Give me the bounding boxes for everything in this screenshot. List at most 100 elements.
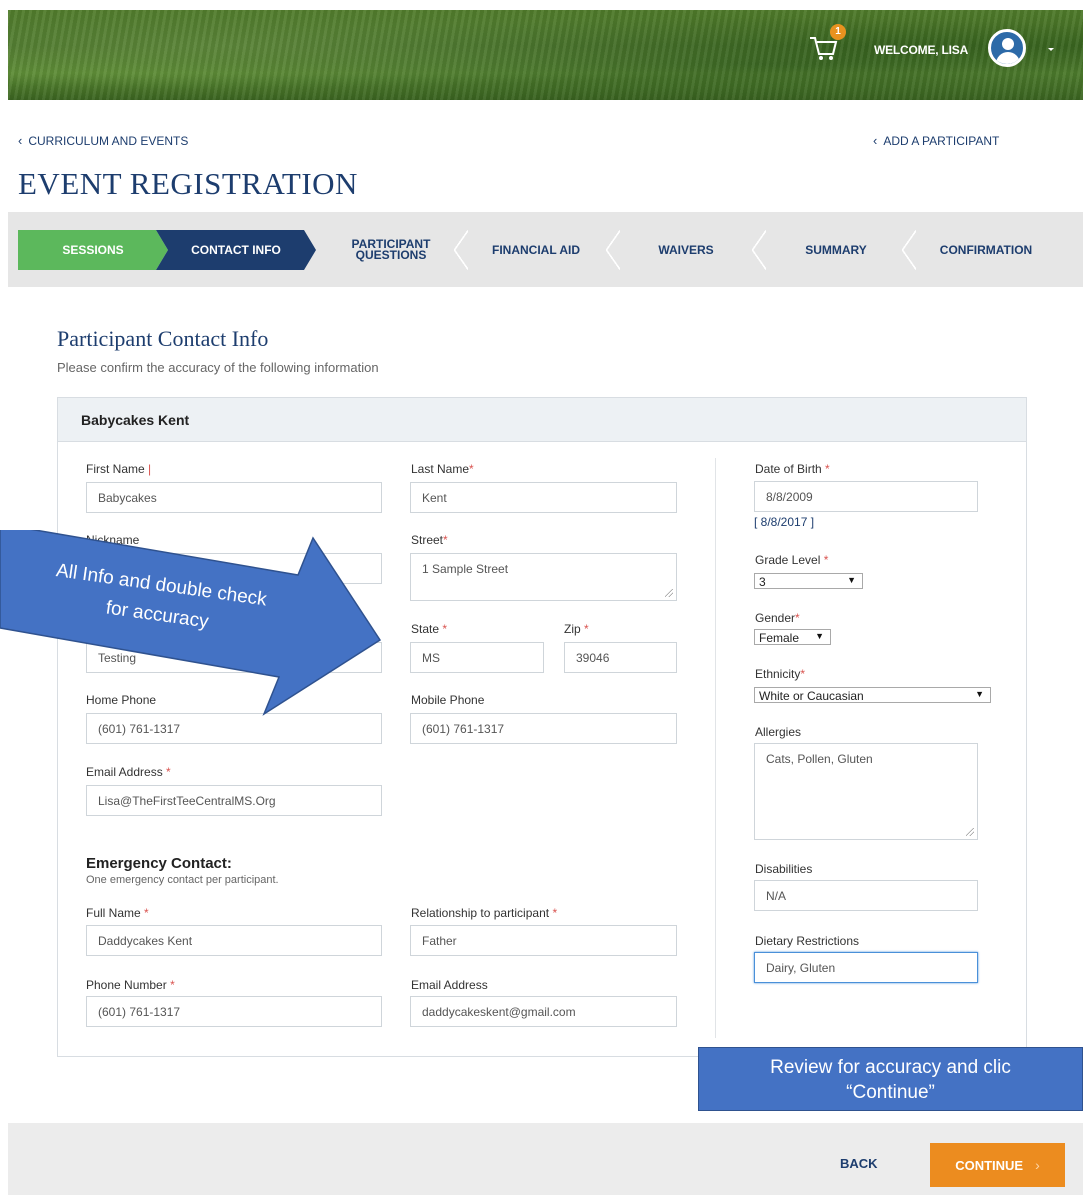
step-contact-label: CONTACT INFO (191, 242, 281, 257)
step-summary[interactable]: SUMMARY (786, 230, 886, 270)
gender-label-text: Gender (755, 611, 796, 625)
add-participant-label: ADD A PARTICIPANT (883, 134, 1000, 148)
step-summary-label: SUMMARY (805, 242, 867, 257)
step-sessions-label: SESSIONS (62, 242, 124, 257)
header-banner: 1 WELCOME, LISA (8, 10, 1083, 100)
ethnicity-label: Ethnicity* (755, 667, 806, 681)
ethnicity-label-text: Ethnicity (755, 667, 801, 681)
disabilities-input[interactable]: N/A (754, 880, 978, 911)
back-button[interactable]: BACK (840, 1156, 878, 1171)
chevron-left-icon: ‹ (18, 133, 23, 148)
curriculum-events-link[interactable]: ‹ CURRICULUM AND EVENTS (18, 133, 188, 148)
first-name-input[interactable]: Babycakes (86, 482, 382, 513)
emergency-phone-label: Phone Number * (86, 978, 175, 992)
step-contact-info[interactable]: CONTACT INFO (156, 230, 316, 270)
welcome-text[interactable]: WELCOME, LISA (874, 43, 968, 57)
street-textarea[interactable]: 1 Sample Street (410, 553, 677, 601)
registration-steps: SESSIONS CONTACT INFO PARTICIPANT QUESTIO… (8, 212, 1083, 287)
first-name-label-text: First Name (86, 462, 145, 476)
mobile-phone-input[interactable]: (601) 761-1317 (410, 713, 677, 744)
email-label: Email Address * (86, 765, 171, 779)
grade-select[interactable]: 3 ▼ (754, 573, 863, 589)
street-label-text: Street (411, 533, 444, 547)
mobile-phone-label: Mobile Phone (411, 693, 485, 707)
section-subtitle: Please confirm the accuracy of the follo… (57, 360, 379, 375)
dietary-label: Dietary Restrictions (755, 934, 860, 948)
ethnicity-value: White or Caucasian (759, 689, 864, 703)
dropdown-arrow-icon: ▼ (975, 689, 984, 699)
state-label: State * (411, 622, 448, 636)
add-participant-link[interactable]: ‹ ADD A PARTICIPANT (873, 133, 999, 148)
allergies-value: Cats, Pollen, Gluten (766, 752, 873, 766)
email-input[interactable]: Lisa@TheFirstTeeCentralMS.Org (86, 785, 382, 816)
step-financial-aid-label: FINANCIAL AID (492, 242, 580, 257)
grade-label-text: Grade Level (755, 553, 821, 567)
dropdown-arrow-icon: ▼ (847, 575, 856, 585)
step-pq-line2: QUESTIONS (355, 248, 427, 262)
cart-count-badge: 1 (830, 24, 846, 40)
zip-label-text: Zip (564, 622, 581, 636)
emergency-full-name-label: Full Name * (86, 906, 149, 920)
state-label-text: State (411, 622, 440, 636)
resize-grip-icon[interactable] (966, 828, 974, 836)
last-name-label: Last Name* (411, 462, 474, 476)
user-avatar-icon[interactable] (988, 29, 1026, 67)
step-sessions[interactable]: SESSIONS (18, 230, 168, 270)
page-title: EVENT REGISTRATION (18, 166, 358, 201)
email-label-text: Email Address (86, 765, 163, 779)
zip-label: Zip * (564, 622, 589, 636)
chevron-left-icon: ‹ (873, 133, 878, 148)
emergency-phone-input[interactable]: (601) 761-1317 (86, 996, 382, 1027)
dob-label-text: Date of Birth (755, 462, 822, 476)
step-waivers[interactable]: WAIVERS (636, 230, 736, 270)
relationship-label-text: Relationship to participant (411, 906, 550, 920)
street-label: Street* (411, 533, 448, 547)
annotation-callout: Review for accuracy and clic “Continue” (698, 1047, 1083, 1111)
annotation-callout-line1: Review for accuracy and clic (770, 1057, 1011, 1078)
dob-label: Date of Birth * (755, 462, 830, 476)
emergency-email-input[interactable]: daddycakeskent@gmail.com (410, 996, 677, 1027)
first-name-label: First Name | (86, 462, 152, 476)
account-dropdown-caret-icon[interactable] (1048, 48, 1054, 51)
step-separator (606, 230, 620, 270)
emergency-phone-label-text: Phone Number (86, 978, 167, 992)
step-separator (752, 230, 766, 270)
step-participant-questions[interactable]: PARTICIPANT QUESTIONS (336, 230, 446, 270)
continue-label: CONTINUE (955, 1157, 1024, 1173)
curriculum-events-label: CURRICULUM AND EVENTS (28, 134, 189, 148)
ethnicity-select[interactable]: White or Caucasian ▼ (754, 687, 991, 703)
last-name-input[interactable]: Kent (410, 482, 677, 513)
grade-value: 3 (759, 575, 766, 589)
footer-bar (8, 1123, 1083, 1195)
dob-alt-date: [ 8/8/2017 ] (754, 515, 815, 529)
emergency-contact-title: Emergency Contact: (86, 855, 232, 872)
step-financial-aid[interactable]: FINANCIAL AID (476, 230, 596, 270)
dropdown-arrow-icon: ▼ (815, 631, 824, 641)
section-title: Participant Contact Info (57, 326, 269, 351)
annotation-callout-line2: “Continue” (846, 1082, 935, 1103)
chevron-right-icon: › (1035, 1157, 1040, 1173)
step-confirmation-label: CONFIRMATION (939, 242, 1033, 257)
participant-name-header: Babycakes Kent (58, 398, 1026, 442)
allergies-label: Allergies (755, 725, 802, 739)
disabilities-label: Disabilities (755, 862, 813, 876)
continue-button[interactable]: CONTINUE › (930, 1143, 1065, 1187)
dob-input[interactable]: 8/8/2009 (754, 481, 978, 512)
emergency-full-name-input[interactable]: Daddycakes Kent (86, 925, 382, 956)
gender-select[interactable]: Female ▼ (754, 629, 831, 645)
zip-input[interactable]: 39046 (564, 642, 677, 673)
gender-value: Female (759, 631, 800, 645)
dietary-input[interactable]: Dairy, Gluten (754, 952, 978, 983)
step-confirmation[interactable]: CONFIRMATION (926, 230, 1046, 270)
emergency-email-label: Email Address (411, 978, 488, 992)
emergency-contact-subtitle: One emergency contact per participant. (86, 874, 279, 886)
resize-grip-icon[interactable] (665, 589, 673, 597)
last-name-label-text: Last Name (411, 462, 470, 476)
gender-label: Gender* (755, 611, 800, 625)
relationship-input[interactable]: Father (410, 925, 677, 956)
column-divider (715, 458, 716, 1038)
allergies-textarea[interactable]: Cats, Pollen, Gluten (754, 743, 978, 840)
state-input[interactable]: MS (410, 642, 544, 673)
step-separator (902, 230, 916, 270)
step-waivers-label: WAIVERS (658, 242, 714, 257)
